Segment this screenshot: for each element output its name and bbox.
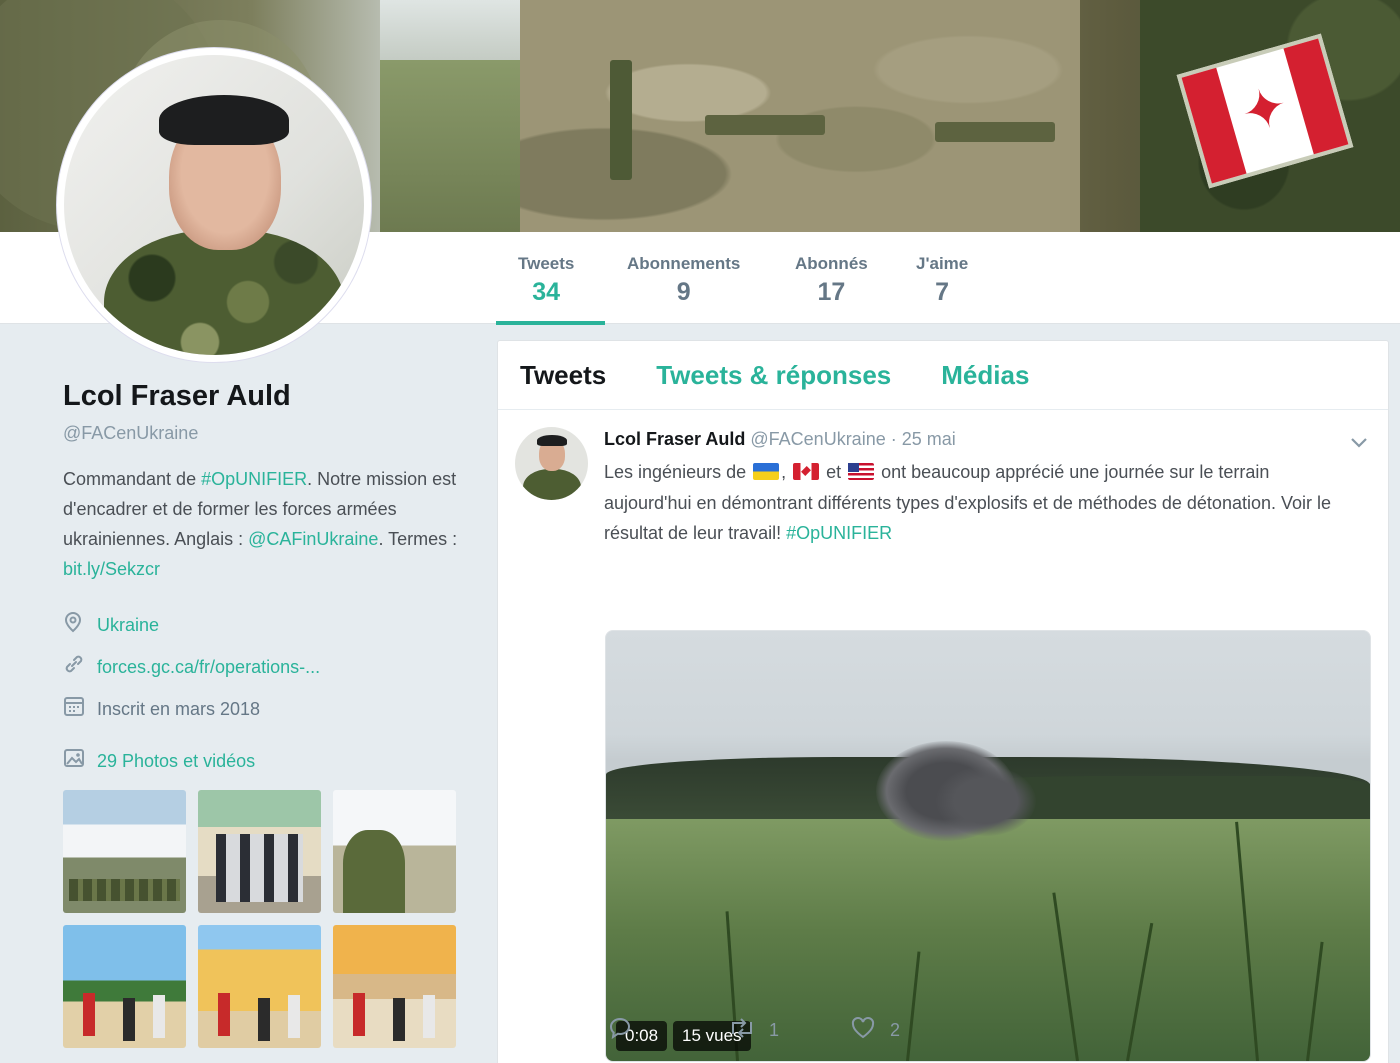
profile-avatar[interactable] xyxy=(57,48,371,362)
profile-joined: Inscrit en mars 2018 xyxy=(63,688,463,730)
heart-icon xyxy=(850,1016,876,1045)
reply-icon xyxy=(608,1016,632,1045)
profile-location: Ukraine xyxy=(63,604,463,646)
profile-card: Lcol Fraser Auld @FACenUkraine Commandan… xyxy=(63,380,463,776)
tweet-video[interactable]: 0:08 15 vues xyxy=(605,630,1371,1062)
bio-text: Commandant de xyxy=(63,469,202,489)
timeline-tabs: Tweets Tweets & réponses Médias xyxy=(498,341,1388,410)
stat-followers[interactable]: Abonnés 17 xyxy=(795,254,868,307)
tweet-text: Les ingénieurs de , et ont beaucoup appr… xyxy=(604,457,1344,549)
profile-bio: Commandant de #OpUNIFIER. Notre mission … xyxy=(63,464,463,584)
photo-thumbnail[interactable] xyxy=(333,790,456,913)
bio-hashtag-link[interactable]: #OpUNIFIER xyxy=(201,469,307,489)
tab-media[interactable]: Médias xyxy=(941,360,1029,391)
link-icon xyxy=(63,653,97,681)
chevron-down-icon[interactable] xyxy=(1350,432,1368,453)
bio-text: . Termes : xyxy=(378,529,458,549)
location-pin-icon xyxy=(63,611,97,639)
ukraine-flag-icon xyxy=(753,463,780,480)
photo-grid xyxy=(63,790,457,1048)
profile-name: Lcol Fraser Auld xyxy=(63,380,291,412)
stat-value: 17 xyxy=(817,278,846,306)
calendar-icon xyxy=(63,695,97,723)
photos-videos-label: 29 Photos et vidéos xyxy=(97,750,256,771)
stat-value: 34 xyxy=(532,278,561,306)
tweet-header: Lcol Fraser Auld @FACenUkraine · 25 mai xyxy=(604,429,956,450)
tweet-avatar[interactable] xyxy=(515,427,588,500)
photo-icon xyxy=(63,747,97,775)
tweet-text-part: Les ingénieurs de xyxy=(604,462,752,482)
usa-flag-icon xyxy=(848,463,875,480)
stat-label: Tweets xyxy=(518,254,575,273)
retweet-button[interactable]: 1 xyxy=(727,1016,779,1045)
photo-thumbnail[interactable] xyxy=(333,925,456,1048)
photo-thumbnail[interactable] xyxy=(63,925,186,1048)
photo-thumbnail[interactable] xyxy=(198,925,321,1048)
canada-flag-icon xyxy=(793,463,820,480)
tweet[interactable]: Lcol Fraser Auld @FACenUkraine · 25 mai … xyxy=(498,410,1388,1063)
stat-following[interactable]: Abonnements 9 xyxy=(627,254,740,307)
tweet-text-part: et xyxy=(821,462,847,482)
retweet-icon xyxy=(727,1016,757,1045)
stat-tweets[interactable]: Tweets 34 xyxy=(518,254,574,307)
stat-label: Abonnés xyxy=(795,254,868,273)
tab-tweets-replies[interactable]: Tweets & réponses xyxy=(656,360,891,391)
profile-handle[interactable]: @FACenUkraine xyxy=(63,423,463,444)
tweet-date[interactable]: · 25 mai xyxy=(886,429,956,449)
bio-url-link[interactable]: bit.ly/Sekzcr xyxy=(63,559,160,579)
stat-value: 9 xyxy=(676,278,691,306)
tweet-text-part: , xyxy=(781,462,792,482)
stat-value: 7 xyxy=(935,278,950,306)
photo-thumbnail[interactable] xyxy=(198,790,321,913)
stat-label: J'aime xyxy=(916,254,969,273)
joined-date: Inscrit en mars 2018 xyxy=(97,698,261,719)
active-stat-indicator xyxy=(496,321,605,325)
tweet-author-handle[interactable]: @FACenUkraine xyxy=(750,429,885,449)
bio-mention-link[interactable]: @CAFinUkraine xyxy=(248,529,378,549)
timeline: Tweets Tweets & réponses Médias Lcol Fra… xyxy=(497,340,1389,1063)
tweet-hashtag-link[interactable]: #OpUNIFIER xyxy=(786,523,892,543)
tweet-author-name[interactable]: Lcol Fraser Auld xyxy=(604,429,745,449)
like-count: 2 xyxy=(890,1020,901,1040)
photos-videos-link[interactable]: 29 Photos et vidéos xyxy=(63,746,463,776)
location-link[interactable]: Ukraine xyxy=(97,615,159,636)
tab-tweets[interactable]: Tweets xyxy=(520,360,606,391)
reply-button[interactable] xyxy=(608,1016,632,1045)
profile-website: forces.gc.ca/fr/operations-... xyxy=(63,646,463,688)
website-link[interactable]: forces.gc.ca/fr/operations-... xyxy=(97,657,320,678)
like-button[interactable]: 2 xyxy=(850,1016,900,1045)
stat-likes[interactable]: J'aime 7 xyxy=(916,254,968,307)
photo-thumbnail[interactable] xyxy=(63,790,186,913)
stat-label: Abonnements xyxy=(627,254,741,273)
retweet-count: 1 xyxy=(769,1020,780,1040)
